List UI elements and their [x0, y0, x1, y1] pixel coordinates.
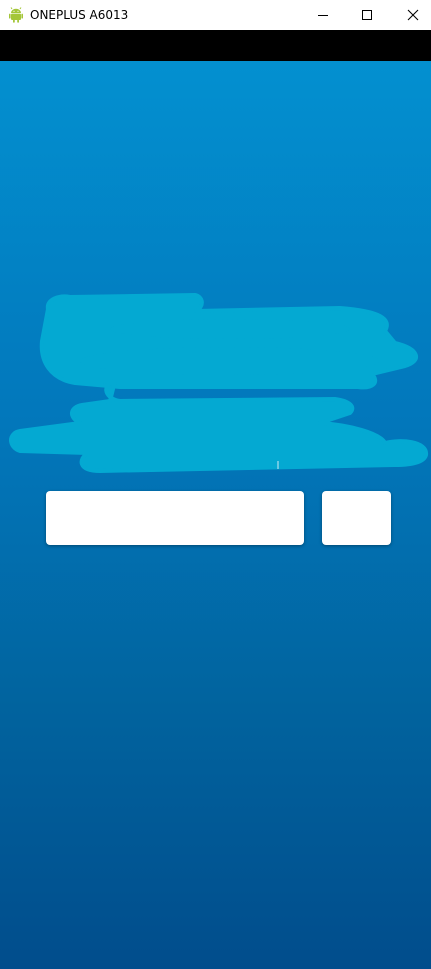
minimize-icon [318, 15, 328, 16]
action-button[interactable] [322, 491, 391, 545]
maximize-icon [362, 10, 372, 20]
window-titlebar[interactable]: ONEPLUS A6013 [0, 0, 431, 30]
app-screen [0, 61, 431, 969]
close-icon [407, 9, 419, 21]
maximize-button[interactable] [344, 0, 390, 30]
minimize-button[interactable] [300, 0, 346, 30]
close-button[interactable] [390, 0, 431, 30]
android-icon [9, 7, 23, 23]
emulator-window: ONEPLUS A6013 [0, 0, 431, 969]
device-status-bar [0, 30, 431, 61]
window-title: ONEPLUS A6013 [30, 8, 129, 22]
text-input[interactable] [46, 491, 304, 545]
